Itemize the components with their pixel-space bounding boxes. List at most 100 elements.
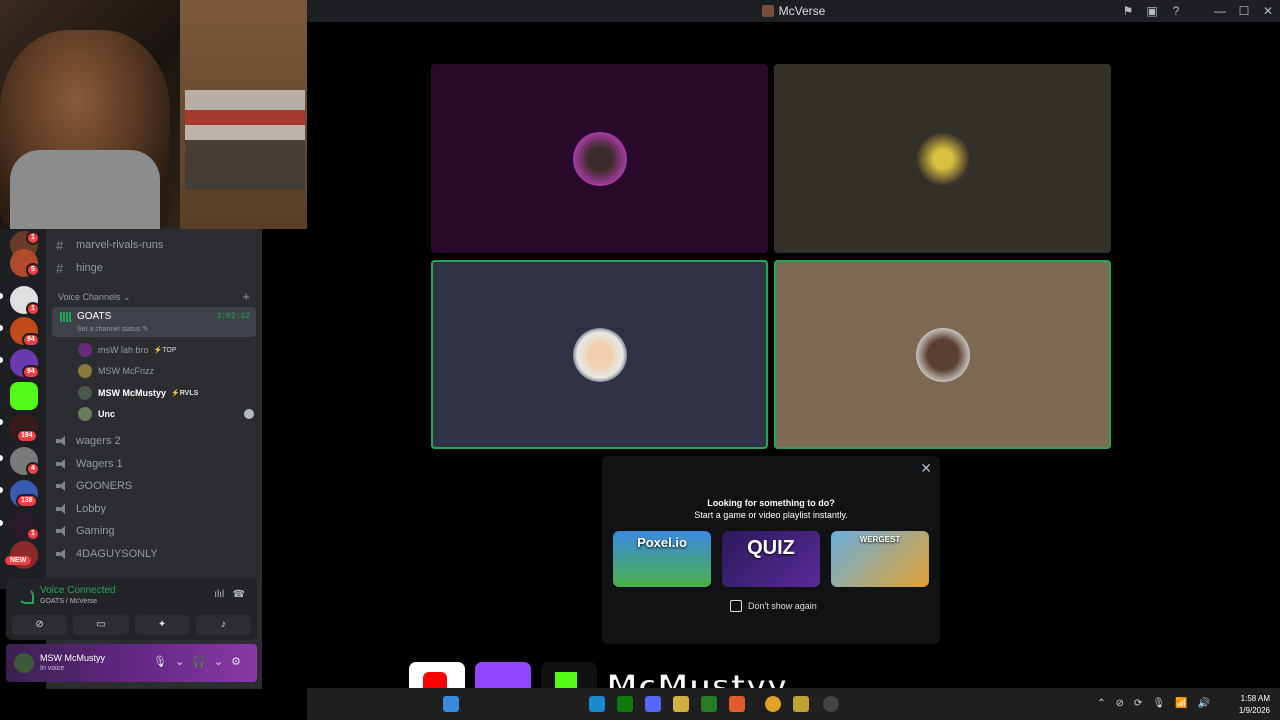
voice-channel[interactable]: GOONERS (56, 476, 254, 496)
system-clock[interactable]: 1:58 AM 1/9/2026 (1239, 693, 1270, 717)
file-explorer-icon[interactable] (673, 696, 689, 712)
channel-name: hinge (76, 262, 103, 274)
screen-share-button[interactable]: ▭ (73, 615, 129, 635)
edge-icon[interactable] (589, 696, 605, 712)
member-tag: ⚡TOP (153, 347, 177, 354)
channel-name: marvel-rivals-runs (76, 239, 164, 251)
avatar (78, 407, 92, 421)
server-badge: 138 (16, 494, 38, 508)
app-icon[interactable] (823, 696, 839, 712)
voice-member[interactable]: Unc (78, 405, 254, 423)
maximize-button[interactable]: ☐ (1232, 4, 1256, 18)
speaker-icon (56, 436, 70, 446)
user-name[interactable]: MSW McMustyy (40, 653, 105, 663)
voice-channel[interactable]: Gaming (56, 521, 254, 541)
member-tag-text: RVLS (179, 390, 199, 397)
webcam-shelf (185, 90, 305, 190)
participant-avatar (573, 132, 627, 186)
chevron-down-icon[interactable]: ⌄ (214, 656, 231, 668)
app-icon[interactable] (729, 696, 745, 712)
server-badge: 1 (26, 231, 40, 245)
popup-heading: Looking for something to do? (707, 498, 835, 508)
voice-channel[interactable]: 4DAGUYSONLY (56, 544, 254, 564)
xbox-icon (244, 409, 254, 419)
server-badge: 4 (26, 462, 40, 476)
channel-status[interactable]: Set a channel status ✎ (77, 325, 148, 333)
member-name: msW lah bro (98, 345, 149, 355)
server-badge: 1 (26, 527, 40, 541)
speaker-icon (56, 459, 70, 469)
video-tile-speaking[interactable] (774, 260, 1111, 449)
voice-member[interactable]: msW lah bro ⚡TOP (78, 341, 254, 359)
category-label: Voice Channels (58, 292, 121, 302)
text-channel[interactable]: # hinge (56, 258, 254, 278)
activity-card-poxel[interactable]: Poxel.io (613, 531, 711, 587)
member-tag: ⚡RVLS (171, 390, 199, 397)
speaker-icon (56, 504, 70, 514)
server-badge: 194 (16, 429, 38, 443)
channel-status-text: Set a channel status (77, 326, 141, 333)
video-tile[interactable] (774, 64, 1111, 253)
window-titlebar: McVerse ⚑ ▣ ? — ☐ ✕ (307, 0, 1280, 22)
camera-off-button[interactable]: ⊘ (12, 615, 68, 635)
help-icon[interactable]: ? (1164, 4, 1188, 18)
close-icon[interactable]: ✕ (920, 460, 932, 477)
new-badge: NEW (5, 556, 32, 565)
kick-server-icon[interactable] (10, 382, 38, 410)
video-tile[interactable] (431, 64, 768, 253)
dont-show-again-checkbox[interactable] (730, 600, 742, 612)
voice-channel[interactable]: Lobby (56, 499, 254, 519)
gear-icon[interactable]: ⚙ (231, 656, 249, 668)
avatar[interactable] (14, 653, 34, 673)
channel-name: GOATS (77, 311, 112, 322)
text-channel[interactable]: # marvel-rivals-runs (56, 235, 254, 255)
server-badge: 1 (26, 302, 40, 316)
dont-show-again-label[interactable]: Don't show again (748, 601, 817, 611)
voice-category-header[interactable]: Voice Channels ⌄ (58, 292, 131, 303)
clock-date: 1/9/2026 (1238, 706, 1270, 715)
activity-card-quiz[interactable]: QUIZ (722, 531, 820, 587)
xbox-icon[interactable] (617, 696, 633, 712)
app-icon[interactable] (793, 696, 809, 712)
video-tile-speaking[interactable] (431, 260, 768, 449)
activity-card-third[interactable]: WERGEST (831, 531, 929, 587)
voice-location[interactable]: GOATS / McVerse (40, 598, 97, 605)
soundboard-button[interactable]: ♪ (195, 615, 251, 635)
member-name: Unc (98, 409, 116, 419)
headphones-icon[interactable]: 🎧 (192, 656, 214, 668)
system-tray[interactable]: ⌃⊘⟳🎙📶🔊 (1097, 698, 1220, 709)
participant-avatar (573, 328, 627, 382)
voice-member[interactable]: MSW McFrizz (78, 362, 254, 380)
server-badge: 5 (26, 263, 40, 277)
avatar (78, 386, 92, 400)
channel-name: 4DAGUYSONLY (76, 548, 158, 560)
popup-subheading: Start a game or video playlist instantly… (694, 510, 848, 520)
active-voice-channel[interactable]: GOATS Set a channel status ✎ 3:02:32 (52, 307, 256, 337)
participant-avatar (916, 132, 970, 186)
app-icon[interactable] (701, 696, 717, 712)
add-channel-icon[interactable]: + (242, 289, 250, 304)
activity-name: WERGEST (859, 535, 901, 544)
webcam-overlay (0, 0, 307, 229)
webcam-shirt (10, 150, 160, 229)
disconnect-icon[interactable]: ☎ (233, 589, 245, 600)
discord-icon[interactable] (645, 696, 661, 712)
microphone-icon[interactable]: 🎙 (153, 656, 175, 668)
voice-channel[interactable]: Wagers 1 (56, 454, 254, 474)
chrome-icon[interactable] (765, 696, 781, 712)
hash-icon: # (56, 237, 64, 253)
screen-icon[interactable]: ▣ (1140, 4, 1164, 18)
channel-name: Lobby (76, 503, 106, 515)
voice-status[interactable]: Voice Connected (40, 585, 116, 596)
close-button[interactable]: ✕ (1256, 4, 1280, 18)
channel-name: wagers 2 (76, 435, 121, 447)
chevron-down-icon[interactable]: ⌄ (175, 656, 192, 668)
inbox-icon[interactable]: ⚑ (1116, 4, 1140, 18)
voice-channel[interactable]: wagers 2 (56, 431, 254, 451)
noise-suppression-icon[interactable]: ılıl (214, 589, 224, 600)
activities-button[interactable]: ✦ (134, 615, 190, 635)
minimize-button[interactable]: — (1208, 4, 1232, 18)
signal-icon (18, 588, 34, 604)
start-icon[interactable] (443, 696, 459, 712)
voice-member[interactable]: MSW McMustyy ⚡RVLS (78, 384, 254, 402)
